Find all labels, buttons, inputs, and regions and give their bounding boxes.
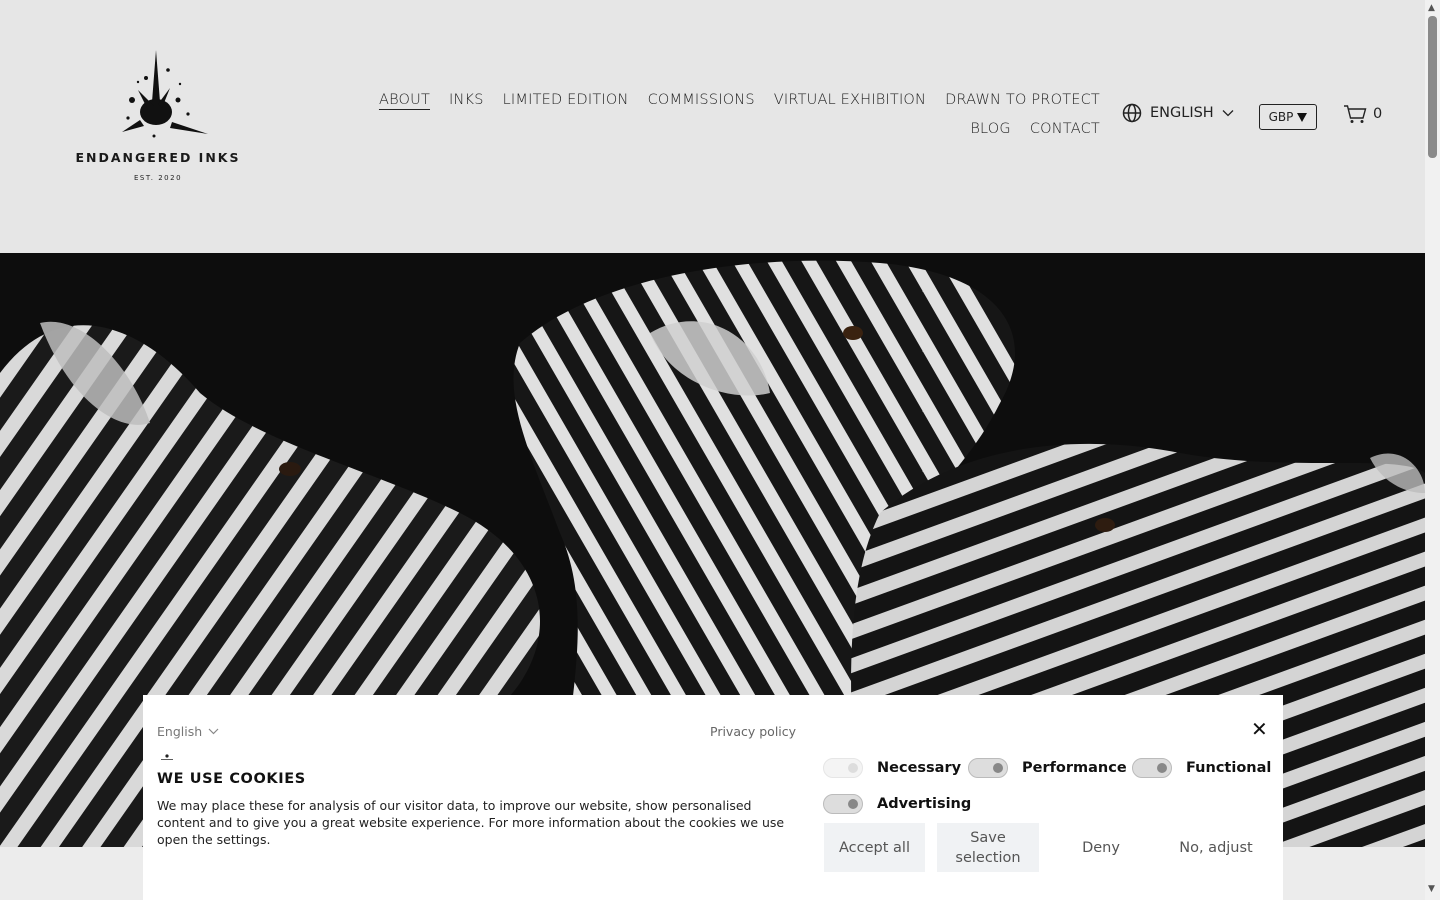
- currency-label: GBP: [1268, 110, 1294, 124]
- chevron-down-icon: [208, 728, 219, 735]
- accept-all-button[interactable]: Accept all: [824, 823, 925, 872]
- toggle-performance[interactable]: Performance: [968, 758, 1127, 778]
- cookie-language-selector[interactable]: English: [157, 724, 219, 739]
- cookie-logo-icon: [161, 754, 173, 760]
- chevron-down-icon: [1222, 110, 1234, 117]
- toggle-label: Performance: [1022, 760, 1127, 776]
- cookie-description: We may place these for analysis of our v…: [157, 798, 785, 847]
- toggle-advertising[interactable]: Advertising: [823, 794, 971, 814]
- toggle-functional[interactable]: Functional: [1132, 758, 1271, 778]
- cookie-language-label: English: [157, 724, 203, 739]
- nav-virtual-exhibition[interactable]: VIRTUAL EXHIBITION: [774, 90, 926, 111]
- scroll-down-icon[interactable]: ▼: [1428, 884, 1435, 894]
- language-label: ENGLISH: [1150, 105, 1214, 121]
- ink-splatter-logo: [122, 50, 208, 138]
- currency-selector[interactable]: GBP: [1259, 104, 1317, 130]
- toggle-label: Advertising: [877, 796, 972, 812]
- toggle-label: Necessary: [877, 760, 962, 776]
- necessary-switch: [823, 758, 863, 778]
- nav-commissions[interactable]: COMMISSIONS: [648, 90, 755, 111]
- toggle-label: Functional: [1186, 760, 1272, 776]
- advertising-switch[interactable]: [823, 794, 863, 814]
- cart-button[interactable]: 0: [1343, 104, 1382, 124]
- scrollbar[interactable]: ▲ ▼: [1425, 0, 1440, 900]
- nav-limited-edition[interactable]: LIMITED EDITION: [503, 90, 629, 111]
- performance-switch[interactable]: [968, 758, 1008, 778]
- privacy-policy-link[interactable]: Privacy policy: [710, 724, 796, 739]
- caret-down-icon: [1297, 112, 1308, 122]
- save-selection-button[interactable]: Save selection: [937, 823, 1039, 872]
- site-logo[interactable]: ENDANGERED INKS EST. 2020: [68, 40, 248, 190]
- cart-count: 0: [1373, 106, 1383, 122]
- main-nav: ABOUT INKS LIMITED EDITION COMMISSIONS V…: [340, 90, 1100, 140]
- site-header: ENDANGERED INKS EST. 2020 ABOUT INKS LIM…: [0, 0, 1425, 253]
- globe-icon: [1122, 103, 1142, 123]
- nav-inks[interactable]: INKS: [449, 90, 484, 111]
- scrollbar-thumb[interactable]: [1428, 16, 1437, 158]
- cookie-title: WE USE COOKIES: [157, 771, 306, 787]
- nav-contact[interactable]: CONTACT: [1030, 119, 1100, 140]
- nav-blog[interactable]: BLOG: [970, 119, 1011, 140]
- toggle-necessary: Necessary: [823, 758, 961, 778]
- functional-switch[interactable]: [1132, 758, 1172, 778]
- logo-est: EST. 2020: [133, 174, 183, 182]
- language-selector[interactable]: ENGLISH: [1122, 103, 1234, 123]
- deny-button[interactable]: Deny: [1051, 823, 1151, 872]
- scroll-up-icon[interactable]: ▲: [1428, 3, 1435, 13]
- no-adjust-button[interactable]: No, adjust: [1163, 823, 1269, 872]
- close-icon[interactable]: ✕: [1251, 717, 1268, 741]
- cart-icon: [1344, 105, 1367, 123]
- nav-drawn-to-protect[interactable]: DRAWN TO PROTECT: [945, 90, 1100, 111]
- cookie-banner: English Privacy policy ✕ WE USE COOKIES …: [143, 695, 1283, 900]
- logo-wordmark: ENDANGERED INKS: [75, 150, 241, 165]
- nav-about[interactable]: ABOUT: [379, 90, 430, 111]
